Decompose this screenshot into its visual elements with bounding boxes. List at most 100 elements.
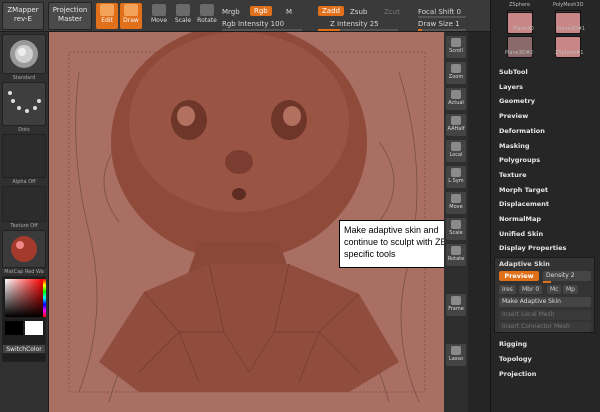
standard-label: Standard (12, 75, 36, 81)
menu-topology[interactable]: Topology (499, 355, 532, 363)
alpha-selector[interactable] (2, 134, 46, 178)
model-mouth (232, 188, 246, 200)
draw-size-slider[interactable]: Draw Size 1 (418, 20, 460, 28)
frame-label: Frame (448, 306, 464, 312)
actual-icon (451, 90, 461, 99)
ires-slider[interactable]: Ires (499, 285, 516, 294)
make-adaptive-skin-button[interactable]: Make Adaptive Skin (499, 297, 591, 307)
edit-tool-button[interactable]: Edit (96, 3, 118, 29)
rotate-view-label: Rotate (447, 256, 465, 262)
move-tool-button[interactable]: Move (148, 3, 170, 29)
zsub-button[interactable]: Zsub (350, 8, 367, 16)
rgb-intensity-slider[interactable]: Rgb Intensity 100 (222, 20, 284, 28)
lasso-button[interactable]: Lasso (446, 344, 466, 366)
frame-button[interactable]: Frame (446, 294, 466, 316)
insert-connector-mesh-button[interactable]: Insert Connector Mesh (499, 322, 591, 332)
zadd-button[interactable]: Zadd (318, 6, 344, 16)
aahalf-label: AAHalf (447, 126, 465, 132)
stroke-selector[interactable] (2, 82, 46, 126)
local-button[interactable]: Local (446, 140, 466, 162)
left-panel: Standard Dots Alpha Off Texture Off MatC… (0, 32, 48, 412)
actual-button[interactable]: Actual (446, 88, 466, 110)
aahalf-button[interactable]: AAHalf (446, 114, 466, 136)
rgb-intensity-track (222, 29, 302, 31)
menu-displacement[interactable]: Displacement (499, 200, 549, 208)
subtool-plane3d-1-label: Plane3D#1 (557, 26, 586, 32)
menu-rigging[interactable]: Rigging (499, 340, 527, 348)
model-eye-right-ball (283, 106, 301, 126)
zcut-button[interactable]: Zcut (384, 8, 400, 16)
scroll-button[interactable]: Scroll (446, 36, 466, 58)
menu-display-properties[interactable]: Display Properties (499, 244, 566, 252)
zmapper-rev-label: rev-E (14, 15, 32, 23)
menu-projection[interactable]: Projection (499, 370, 536, 378)
draw-size-fill (418, 29, 422, 31)
scale-view-icon (451, 220, 461, 229)
menu-subtool[interactable]: SubTool (499, 68, 528, 76)
move-view-button[interactable]: Move (446, 192, 466, 214)
subtool-plane3d-2-label: Plane3D#2 (505, 50, 534, 56)
navigation-strip: Scroll Zoom Actual AAHalf Local L.Sym Mo… (444, 32, 468, 412)
rotate-icon (200, 4, 214, 16)
lsym-icon (451, 168, 461, 177)
rgb-button[interactable]: Rgb (250, 6, 272, 16)
menu-layers[interactable]: Layers (499, 83, 523, 91)
lasso-label: Lasso (448, 356, 464, 362)
preview-button[interactable]: Preview (499, 271, 539, 281)
mbr-slider[interactable]: Mbr 0 (519, 285, 543, 294)
scale-label: Scale (174, 17, 192, 24)
switch-color-button[interactable]: SwitchColor (2, 344, 46, 354)
z-intensity-fill (318, 29, 340, 31)
z-intensity-slider[interactable]: Z Intensity 25 (330, 20, 379, 28)
rotate-view-button[interactable]: Rotate (446, 244, 466, 266)
move-view-label: Move (449, 204, 463, 210)
hue-strip[interactable] (43, 279, 46, 317)
edit-icon (100, 4, 114, 16)
move-view-icon (451, 194, 461, 203)
mrgb-button[interactable]: Mrgb (222, 8, 240, 16)
menu-preview[interactable]: Preview (499, 112, 528, 120)
insert-local-mesh-button[interactable]: Insert Local Mesh (499, 310, 591, 320)
scale-view-label: Scale (449, 230, 463, 236)
scroll-label: Scroll (449, 48, 463, 54)
menu-texture[interactable]: Texture (499, 171, 527, 179)
projection-master-button[interactable]: Projection Master (48, 2, 92, 30)
zoom-button[interactable]: Zoom (446, 62, 466, 84)
scale-icon (176, 4, 190, 16)
projection-label: Projection (52, 6, 88, 14)
subtool-polymesh-label: PolyMesh3D (553, 2, 584, 8)
primary-color-swatch[interactable] (5, 321, 23, 335)
mp-button[interactable]: Mp (563, 285, 578, 294)
top-toolbar: ZMapper rev-E Projection Master Edit Dra… (0, 0, 490, 32)
local-icon (451, 142, 461, 151)
rotate-tool-button[interactable]: Rotate (196, 3, 218, 29)
menu-polygroups[interactable]: Polygroups (499, 156, 540, 164)
zoom-icon (451, 64, 461, 73)
lsym-label: L.Sym (448, 178, 464, 184)
scale-view-button[interactable]: Scale (446, 218, 466, 240)
menu-morph-target[interactable]: Morph Target (499, 186, 548, 194)
menu-masking[interactable]: Masking (499, 142, 530, 150)
scale-tool-button[interactable]: Scale (172, 3, 194, 29)
lsym-button[interactable]: L.Sym (446, 166, 466, 188)
secondary-color-swatch[interactable] (25, 321, 43, 335)
draw-tool-button[interactable]: Draw (120, 3, 142, 29)
mc-button[interactable]: Mc (547, 285, 562, 294)
texture-off-label: Texture Off (10, 223, 38, 229)
menu-normalmap[interactable]: NormalMap (499, 215, 541, 223)
brush-selector[interactable] (2, 34, 46, 74)
material-selector[interactable] (2, 230, 46, 268)
menu-unified-skin[interactable]: Unified Skin (499, 230, 543, 238)
zmapper-button[interactable]: ZMapper rev-E (2, 2, 44, 30)
lasso-icon (451, 346, 461, 355)
focal-shift-slider[interactable]: Focal Shift 0 (418, 8, 461, 16)
m-button[interactable]: M (286, 8, 292, 16)
density-slider[interactable]: Density 2 (543, 271, 591, 281)
draw-size-track (418, 29, 466, 31)
texture-selector[interactable] (2, 186, 46, 222)
color-gradient[interactable] (5, 279, 43, 317)
model-body (99, 264, 399, 392)
menu-deformation[interactable]: Deformation (499, 127, 545, 135)
menu-geometry[interactable]: Geometry (499, 97, 535, 105)
scroll-strip[interactable] (468, 32, 490, 412)
